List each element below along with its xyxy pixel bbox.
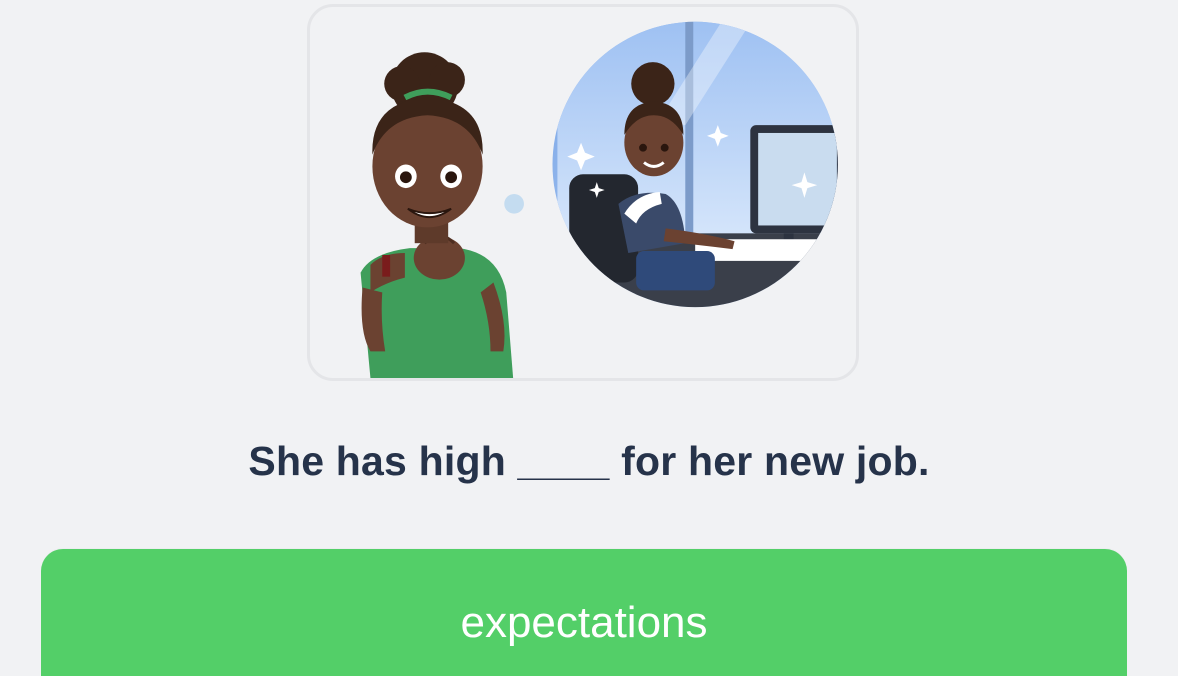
illustration — [360, 21, 838, 378]
quiz-screen: She has high ____ for her new job. expec… — [0, 0, 1178, 676]
thought-bubble — [552, 21, 838, 308]
answer-option-label: expectations — [460, 598, 708, 647]
quiz-sentence: She has high ____ for her new job. — [248, 438, 930, 484]
thought-dot — [504, 193, 524, 214]
woman-figure — [360, 52, 514, 378]
answer-option-button[interactable]: expectations — [41, 549, 1127, 676]
illustration-card — [307, 4, 859, 381]
